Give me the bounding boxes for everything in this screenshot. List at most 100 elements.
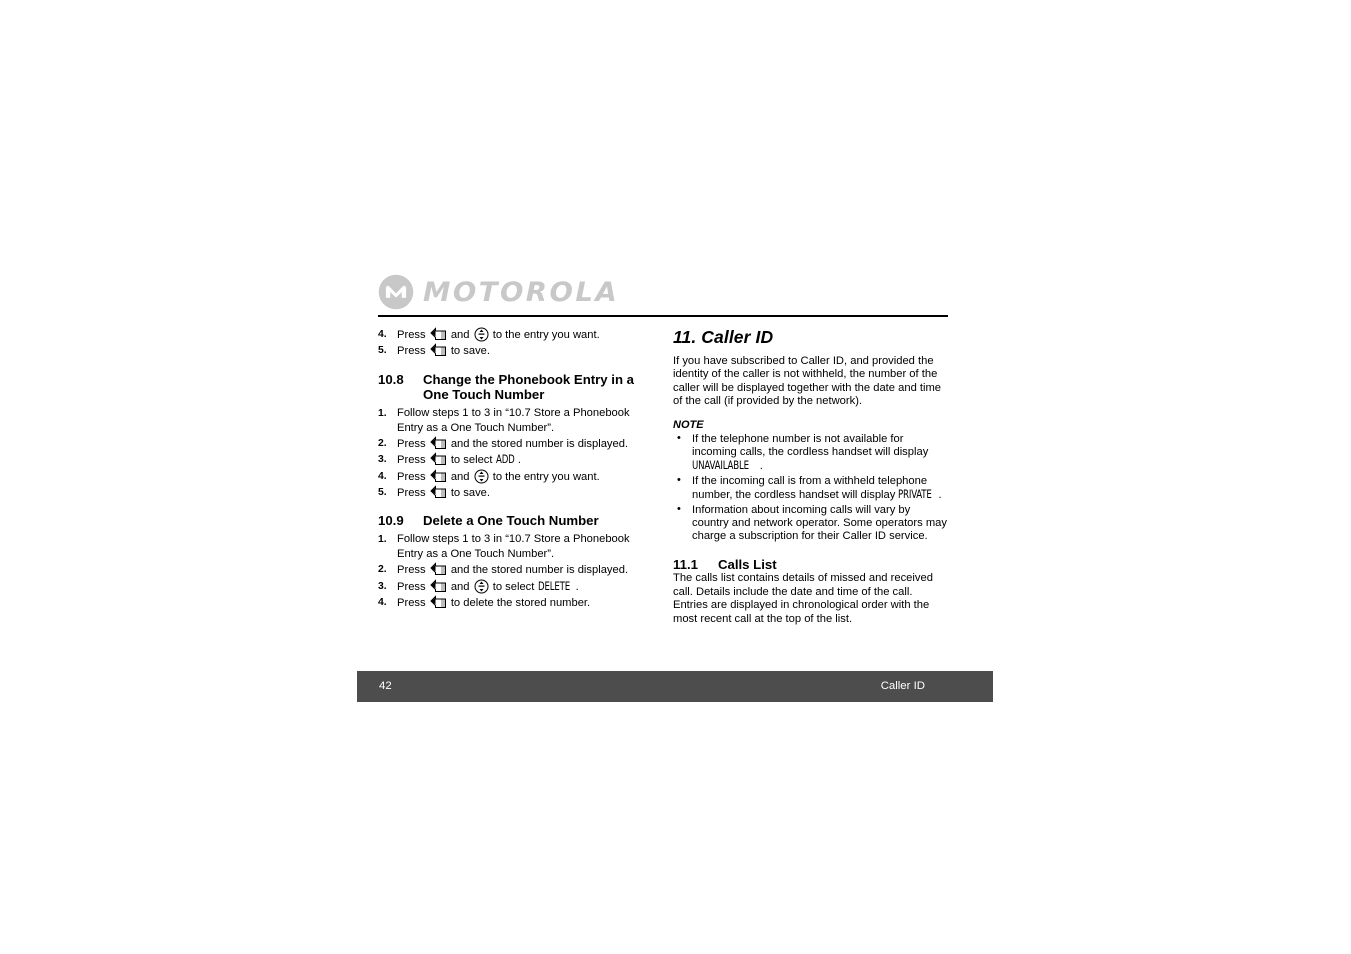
step-number: 4.	[378, 470, 387, 482]
manual-page: MOTOROLA 4. Press and to the entry you w…	[0, 0, 1351, 954]
step-text-post: to select	[492, 580, 535, 593]
menu-soft-key-icon	[430, 485, 446, 499]
step-list-10-8: 1. Follow steps 1 to 3 in “10.7 Store a …	[378, 406, 650, 502]
heading-title: Calls List	[718, 556, 777, 572]
step-text: Follow steps 1 to 3 in “10.7 Store a Pho…	[397, 406, 630, 434]
list-item: 3. Press and to select DELETE.	[378, 579, 650, 595]
heading-10-8: 10.8 Change the Phonebook Entry in a One…	[378, 372, 650, 403]
right-column: 11. Caller ID If you have subscribed to …	[673, 327, 948, 626]
note-text-end: .	[759, 460, 763, 473]
step-number: 1.	[378, 533, 387, 545]
step-text-post: to save.	[450, 345, 491, 358]
note-text-end: .	[938, 489, 942, 502]
note-text: If the incoming call is from a withheld …	[692, 474, 928, 502]
menu-soft-key-icon	[430, 452, 446, 466]
list-item: 1. Follow steps 1 to 3 in “10.7 Store a …	[378, 532, 650, 563]
step-text-pre: Press	[397, 345, 426, 358]
step-text-post: and the stored number is displayed.	[450, 438, 629, 451]
footer-chapter-title: Caller ID	[880, 680, 925, 692]
heading-number: 10.8	[378, 371, 404, 387]
note-label: NOTE	[673, 418, 704, 431]
step-text-mid: and	[450, 470, 470, 483]
step-number: 4.	[378, 329, 387, 340]
left-column: 4. Press and to the entry you want. 5. P…	[378, 327, 650, 611]
display-word-unavailable: UNAVAILABLE	[692, 458, 749, 473]
step-number: 5.	[378, 487, 387, 499]
list-item: 3. Press to select ADD.	[378, 452, 650, 468]
step-text-post: to the entry you want.	[492, 470, 600, 483]
chapter-heading: 11. Caller ID	[673, 327, 774, 347]
list-item: 5. Press to save.	[378, 343, 650, 359]
motorola-wordmark: MOTOROLA	[423, 276, 620, 308]
step-text-pre: Press	[397, 438, 426, 451]
section-11-1-body: The calls list contains details of misse…	[673, 572, 933, 625]
list-item: 4. Press to delete the stored number.	[378, 595, 650, 611]
page-footer: 42 Caller ID	[357, 671, 993, 702]
step-text-post: and the stored number is displayed.	[450, 564, 629, 577]
display-word-delete: DELETE	[537, 578, 570, 593]
heading-number: 10.9	[378, 513, 404, 529]
step-text-pre: Press	[397, 597, 426, 610]
menu-soft-key-icon	[430, 469, 446, 482]
step-text-pre: Press	[397, 580, 426, 593]
menu-soft-key-icon	[430, 579, 446, 592]
step-text-pre: Press	[397, 329, 426, 341]
motorola-logo: MOTOROLA	[378, 272, 617, 312]
bullet-icon: •	[677, 431, 681, 444]
list-item: 2. Press and the stored number is displa…	[378, 436, 650, 452]
display-word-private: PRIVATE	[898, 487, 933, 502]
list-item: 4. Press and to the entry you want.	[378, 469, 650, 485]
list-item: 2. Press and the stored number is displa…	[378, 562, 650, 578]
header-divider	[378, 315, 948, 317]
list-item: 4. Press and to the entry you want.	[378, 327, 650, 343]
bullet-icon: •	[677, 473, 681, 486]
step-text-pre: Press	[397, 487, 426, 500]
note-text: Information about incoming calls will va…	[692, 503, 947, 543]
display-word-add: ADD	[495, 452, 515, 467]
step-number: 2.	[378, 438, 387, 450]
note-bullet-list: • If the telephone number is not availab…	[673, 431, 948, 544]
navigation-key-icon	[474, 469, 489, 484]
list-item: 1. Follow steps 1 to 3 in “10.7 Store a …	[378, 406, 650, 437]
menu-soft-key-icon	[430, 327, 446, 340]
motorola-batwing-icon	[378, 274, 414, 310]
navigation-key-icon	[474, 327, 489, 342]
heading-title: Delete a One Touch Number	[423, 513, 599, 529]
list-item: • If the incoming call is from a withhel…	[673, 473, 948, 503]
step-text-post: to the entry you want.	[492, 329, 600, 341]
step-text-pre: Press	[397, 470, 426, 483]
menu-soft-key-icon	[430, 436, 446, 450]
footer-page-number: 42	[379, 680, 392, 692]
note-text: If the telephone number is not available…	[692, 432, 929, 459]
step-text-mid: and	[450, 329, 470, 341]
list-item: 5. Press to save.	[378, 485, 650, 501]
heading-title: Change the Phonebook Entry in a One Touc…	[423, 371, 635, 403]
step-text-end: .	[517, 454, 521, 467]
step-number: 4.	[378, 597, 387, 609]
step-list-10-9: 1. Follow steps 1 to 3 in “10.7 Store a …	[378, 532, 650, 611]
menu-soft-key-icon	[430, 343, 446, 357]
step-number: 2.	[378, 564, 387, 576]
list-item: • Information about incoming calls will …	[673, 502, 948, 544]
continued-step-list: 4. Press and to the entry you want. 5. P…	[378, 327, 650, 360]
step-number: 3.	[378, 454, 387, 466]
heading-10-9: 10.9 Delete a One Touch Number	[378, 513, 650, 529]
menu-soft-key-icon	[430, 595, 446, 609]
list-item: • If the telephone number is not availab…	[673, 431, 948, 474]
chapter-intro-paragraph: If you have subscribed to Caller ID, and…	[673, 355, 942, 408]
step-text: Follow steps 1 to 3 in “10.7 Store a Pho…	[397, 532, 630, 561]
heading-11-1: 11.1 Calls List	[673, 557, 948, 573]
step-number: 1.	[378, 407, 387, 419]
heading-number: 11.1	[673, 556, 698, 572]
step-text-end: .	[575, 580, 579, 593]
step-text-pre: Press	[397, 454, 426, 467]
step-text-post: to delete the stored number.	[450, 597, 591, 610]
step-number: 5.	[378, 345, 387, 357]
navigation-key-icon	[474, 579, 489, 594]
menu-soft-key-icon	[430, 562, 446, 576]
step-text-pre: Press	[397, 564, 426, 577]
bullet-icon: •	[677, 502, 681, 515]
step-text-post: to save.	[450, 487, 491, 500]
step-text-mid: and	[450, 580, 470, 593]
step-number: 3.	[378, 580, 387, 592]
